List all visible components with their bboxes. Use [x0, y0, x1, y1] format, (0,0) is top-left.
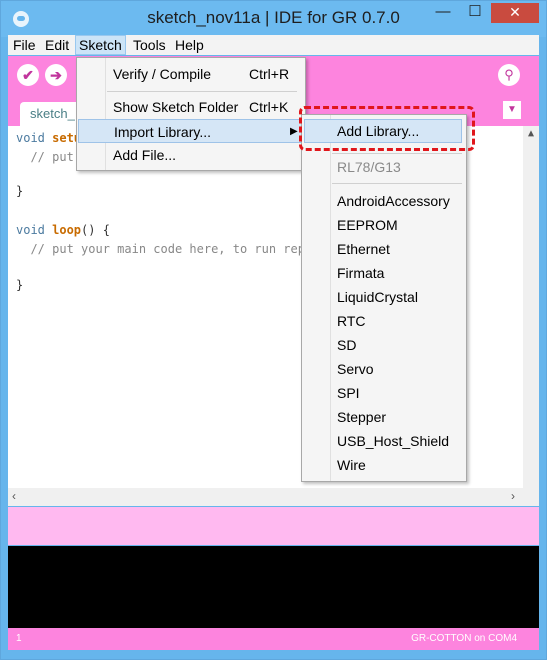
code-function: loop — [52, 223, 82, 237]
menu-divider — [107, 91, 297, 92]
menu-item-library[interactable]: AndroidAccessory — [337, 189, 450, 213]
menu-item-shortcut: Ctrl+K — [249, 99, 289, 115]
menu-item-label: Import Library... — [114, 124, 211, 140]
maximize-button[interactable]: ☐ — [459, 1, 491, 25]
menu-item-library[interactable]: SPI — [337, 381, 360, 405]
menu-item-library[interactable]: LiquidCrystal — [337, 285, 418, 309]
menu-item-library[interactable]: Servo — [337, 357, 374, 381]
import-library-submenu: Add Library... RL78/G13 AndroidAccessory… — [301, 114, 467, 482]
horizontal-scrollbar[interactable]: ‹ › — [8, 488, 539, 506]
menu-bar: File Edit Sketch Tools Help — [8, 35, 539, 55]
console-output — [8, 546, 539, 628]
code-line: void loop() { — [16, 223, 110, 237]
menu-item-label: Show Sketch Folder — [113, 99, 239, 115]
status-bar: 1 GR-COTTON on COM4 — [8, 628, 539, 650]
menu-gutter — [330, 115, 331, 481]
menu-divider — [332, 183, 462, 184]
code-line: // put your main code here, to run repea… — [16, 242, 334, 256]
menu-item-library[interactable]: EEPROM — [337, 213, 398, 237]
menu-item-label: Verify / Compile — [113, 66, 212, 82]
serial-monitor-icon[interactable]: ⚲ — [498, 64, 520, 86]
annotation-highlight-box — [299, 106, 475, 151]
scroll-up-icon[interactable]: ▲ — [523, 128, 539, 139]
menu-item-label: Add File... — [113, 147, 177, 163]
menu-sketch[interactable]: Sketch — [75, 35, 126, 55]
menu-edit[interactable]: Edit — [42, 36, 72, 54]
vertical-scrollbar[interactable]: ▲ — [523, 126, 539, 488]
line-number: 1 — [16, 633, 22, 644]
menu-divider — [332, 153, 462, 154]
menu-item-library[interactable]: Wire — [337, 453, 366, 477]
scroll-right-icon[interactable]: › — [511, 489, 515, 503]
code-keyword: void — [16, 223, 53, 237]
menu-item-import-library[interactable]: Import Library... ▶ — [78, 119, 303, 143]
menu-item-shortcut: Ctrl+R — [249, 66, 290, 82]
menu-item-add-file[interactable]: Add File... — [78, 143, 303, 167]
menu-item-library[interactable]: Ethernet — [337, 237, 390, 261]
menu-header-rl78: RL78/G13 — [337, 159, 401, 175]
board-port-label: GR-COTTON on COM4 — [411, 633, 517, 644]
menu-item-library[interactable]: Stepper — [337, 405, 386, 429]
code-keyword: void — [16, 131, 53, 145]
sketch-menu-dropdown: Verify / Compile Ctrl+R Show Sketch Fold… — [76, 57, 306, 171]
menu-item-show-sketch-folder[interactable]: Show Sketch Folder Ctrl+K — [78, 95, 303, 119]
scroll-left-icon[interactable]: ‹ — [12, 489, 16, 503]
code-line: } — [16, 184, 24, 198]
menu-item-library[interactable]: SD — [337, 333, 356, 357]
upload-button[interactable]: ➔ — [45, 64, 67, 86]
tab-menu-chevron-icon[interactable]: ▼ — [503, 101, 521, 119]
code-line: // put — [16, 150, 74, 164]
code-line: void setu — [16, 131, 81, 145]
title-bar: sketch_nov11a | IDE for GR 0.7.0 — ☐ ✕ — [1, 1, 546, 37]
menu-item-verify-compile[interactable]: Verify / Compile Ctrl+R — [78, 62, 303, 86]
verify-button[interactable]: ✔ — [17, 64, 39, 86]
message-area — [8, 507, 539, 545]
minimize-button[interactable]: — — [427, 1, 459, 25]
menu-item-library[interactable]: USB_Host_Shield — [337, 429, 449, 453]
menu-tools[interactable]: Tools — [130, 36, 169, 54]
close-button[interactable]: ✕ — [491, 3, 539, 23]
menu-item-library[interactable]: RTC — [337, 309, 366, 333]
menu-item-library[interactable]: Firmata — [337, 261, 384, 285]
menu-help[interactable]: Help — [172, 36, 207, 54]
submenu-arrow-icon: ▶ — [290, 126, 298, 137]
code-line: } — [16, 278, 24, 292]
menu-file[interactable]: File — [10, 36, 39, 54]
